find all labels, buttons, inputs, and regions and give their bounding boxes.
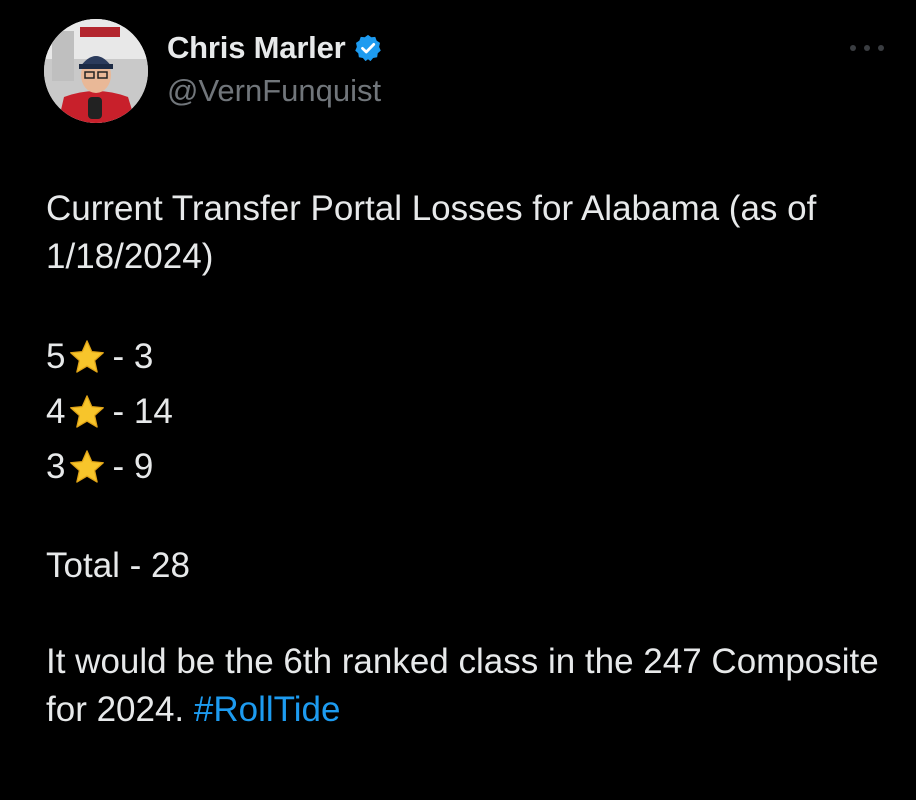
dot — [864, 45, 870, 51]
rating-line: 5 - 3 — [46, 329, 896, 384]
rating-number: 4 — [46, 391, 66, 431]
rating-count: - 9 — [112, 446, 154, 486]
closing-text: It would be the 6th ranked class in the … — [46, 642, 879, 729]
author-handle[interactable]: @VernFunquist — [167, 73, 381, 109]
rating-line: 4 - 14 — [46, 384, 896, 439]
rating-count: - 14 — [112, 391, 173, 431]
rating-number: 3 — [46, 446, 66, 486]
hashtag-link[interactable]: #RollTide — [194, 690, 341, 729]
verified-badge-icon — [353, 33, 383, 63]
star-icon — [70, 449, 105, 483]
tweet-intro: Current Transfer Portal Losses for Alaba… — [46, 189, 817, 276]
tweet: Chris Marler @VernFunquist Current Trans… — [0, 0, 916, 800]
author-display-name[interactable]: Chris Marler — [167, 30, 346, 66]
author-name-row: Chris Marler — [167, 30, 383, 66]
tweet-body: Current Transfer Portal Losses for Alaba… — [46, 185, 896, 734]
rating-count: - 3 — [112, 336, 154, 376]
avatar[interactable] — [44, 19, 148, 123]
tweet-closing: It would be the 6th ranked class in the … — [46, 638, 896, 734]
rating-line: 3 - 9 — [46, 439, 896, 494]
star-icon — [70, 339, 105, 373]
dot — [878, 45, 884, 51]
avatar-photo-icon — [44, 19, 148, 123]
rating-number: 5 — [46, 336, 66, 376]
tweet-total: Total - 28 — [46, 546, 190, 585]
dot — [850, 45, 856, 51]
more-options-icon[interactable] — [850, 41, 884, 55]
star-icon — [70, 394, 105, 428]
